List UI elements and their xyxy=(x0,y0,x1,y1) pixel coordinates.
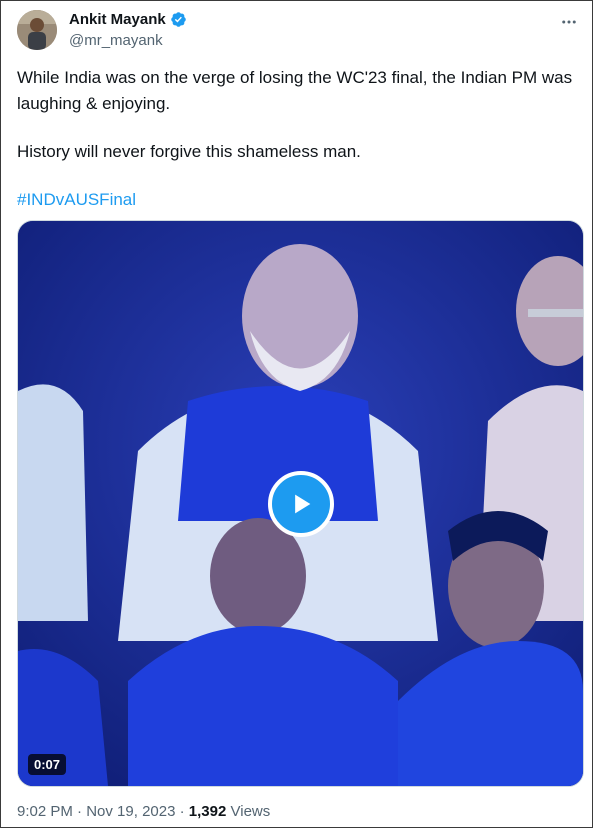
more-options-icon[interactable] xyxy=(560,13,578,31)
tweet-time[interactable]: 9:02 PM xyxy=(17,803,73,820)
avatar-image xyxy=(17,10,57,50)
video-duration: 0:07 xyxy=(28,754,67,775)
author-handle[interactable]: @mr_mayank xyxy=(69,32,163,49)
meta-separator: · xyxy=(179,803,185,820)
hashtag-link[interactable]: #INDvAUSFinal xyxy=(17,190,136,209)
meta-separator: · xyxy=(77,803,83,820)
avatar[interactable] xyxy=(17,10,57,50)
tweet-meta: 9:02 PM · Nov 19, 2023 · 1,392 Views xyxy=(17,803,270,820)
tweet-card: Ankit Mayank @mr_mayank While India was … xyxy=(0,0,593,828)
tweet-date[interactable]: Nov 19, 2023 xyxy=(86,803,175,820)
tweet-line-2: History will never forgive this shameles… xyxy=(17,142,361,161)
video-player[interactable]: 0:07 xyxy=(17,220,584,787)
verified-badge-icon xyxy=(170,12,186,27)
views-label: Views xyxy=(230,803,271,820)
author-name[interactable]: Ankit Mayank xyxy=(69,11,166,28)
tweet-line-1: While India was on the verge of losing t… xyxy=(17,68,573,113)
play-button[interactable] xyxy=(268,471,334,537)
views-count: 1,392 xyxy=(188,803,227,820)
play-icon xyxy=(295,494,311,514)
tweet-text: While India was on the verge of losing t… xyxy=(17,65,583,213)
